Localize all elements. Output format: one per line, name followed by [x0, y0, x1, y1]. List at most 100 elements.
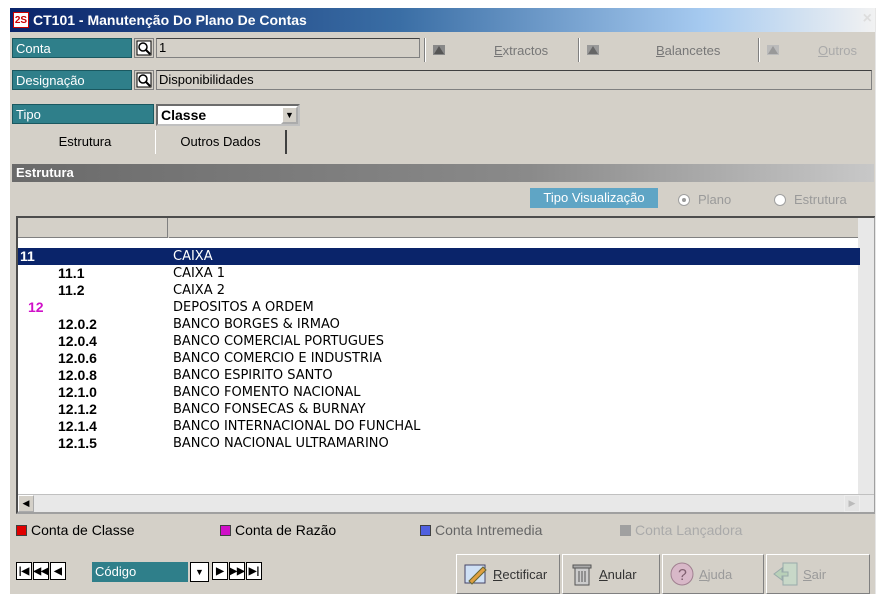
list-header [18, 218, 874, 238]
account-description: CAIXA [173, 249, 213, 264]
legend-razao: Conta de Razão [220, 522, 336, 538]
account-code: 12.0.6 [58, 350, 97, 366]
list-item[interactable]: 11 CAIXA [18, 248, 860, 265]
account-code: 12.1.2 [58, 401, 97, 417]
list-item[interactable]: 11.2 CAIXA 2 [18, 282, 860, 299]
vertical-scrollbar[interactable] [858, 218, 874, 494]
tab-outros-dados[interactable]: Outros Dados [155, 130, 287, 154]
next-record-icon[interactable]: ▶ [212, 562, 228, 580]
extractos-accel: E [494, 42, 503, 58]
list-item[interactable]: 12.0.2 BANCO BORGES & IRMAO [18, 316, 860, 333]
close-icon[interactable]: × [863, 10, 872, 28]
legend-lancadora-label: Conta Lançadora [635, 522, 743, 538]
trash-icon [572, 564, 592, 586]
extractos-button[interactable]: Extractos [430, 38, 548, 62]
account-code: 12 [28, 299, 44, 315]
legend-swatch [420, 524, 431, 536]
radio-estrutura-label: Estrutura [794, 192, 847, 207]
sair-button[interactable]: Sair [766, 554, 870, 594]
ajuda-button[interactable]: ? Ajuda [662, 554, 764, 594]
outros-accel: O [818, 42, 829, 58]
scroll-right-icon[interactable]: ▶ [844, 495, 860, 512]
tipo-value: Classe [161, 107, 207, 123]
nav-field-value: Código [95, 564, 137, 579]
account-code: 12.0.8 [58, 367, 97, 383]
account-code: 11.1 [58, 265, 85, 281]
scroll-left-icon[interactable]: ◀ [18, 495, 34, 512]
report-icon [433, 45, 445, 55]
tab-estrutura[interactable]: Estrutura [18, 130, 152, 154]
sair-accel: S [803, 566, 812, 582]
legend-classe: Conta de Classe [16, 522, 135, 538]
list-item[interactable]: 12.1.0 BANCO FOMENTO NACIONAL [18, 384, 860, 401]
account-description: BANCO FONSECAS & BURNAY [173, 402, 366, 417]
list-item[interactable]: 12.1.4 BANCO INTERNACIONAL DO FUNCHAL [18, 418, 860, 435]
rewind-icon[interactable]: ◀◀ [33, 562, 49, 580]
svg-text:?: ? [678, 567, 687, 584]
previous-record-icon[interactable]: ◀ [50, 562, 66, 580]
designacao-field[interactable]: Disponibilidades [156, 70, 872, 90]
nav-field-select[interactable]: Código ▼ [92, 562, 209, 582]
account-description: BANCO COMERCIAL PORTUGUES [173, 334, 384, 349]
column-header-description[interactable] [169, 218, 859, 238]
sair-label: air [811, 566, 827, 582]
legend-razao-label: Conta de Razão [235, 522, 337, 538]
search-icon [136, 72, 152, 88]
account-code: 12.0.2 [58, 316, 97, 332]
account-description: BANCO FOMENTO NACIONAL [173, 385, 361, 400]
bottom-bar: |◀ ◀◀ ◀ Código ▼ ▶ ▶▶ ▶| Rectificar Anul… [10, 548, 875, 594]
fast-forward-icon[interactable]: ▶▶ [229, 562, 245, 580]
outros-button[interactable]: Outros [764, 38, 857, 62]
title-bar[interactable]: 2S CT101 - Manutenção Do Plano De Contas… [10, 8, 875, 32]
first-record-icon[interactable]: |◀ [16, 562, 32, 580]
nav-group-right: ▶ ▶▶ ▶| [212, 562, 263, 582]
account-description: BANCO ESPIRITO SANTO [173, 368, 333, 383]
list-item[interactable]: 12 DEPOSITOS A ORDEM [18, 299, 860, 316]
anular-button[interactable]: Anular [562, 554, 660, 594]
list-item[interactable]: 12.0.6 BANCO COMERCIO E INDUSTRIA [18, 350, 860, 367]
account-code: 11.2 [58, 282, 85, 298]
designacao-label: Designação [12, 70, 132, 90]
tipo-select[interactable]: Classe ▼ [156, 104, 300, 126]
balancetes-button[interactable]: Balancetes [584, 38, 720, 62]
radio-plano[interactable]: Plano [678, 192, 731, 207]
horizontal-scrollbar[interactable]: ◀ ▶ [18, 494, 874, 512]
list-item[interactable]: 12.0.4 BANCO COMERCIAL PORTUGUES [18, 333, 860, 350]
account-description: BANCO BORGES & IRMAO [173, 317, 340, 332]
account-code: 11 [20, 248, 35, 264]
last-record-icon[interactable]: ▶| [246, 562, 262, 580]
accounts-list[interactable]: 11 CAIXA 11.1 CAIXA 1 11.2 CAIXA 2 12 DE… [16, 216, 875, 514]
anular-label: nular [607, 566, 637, 582]
account-description: CAIXA 2 [173, 283, 226, 298]
visualization-type-label: Tipo Visualização [530, 188, 658, 208]
conta-lookup-button[interactable] [134, 38, 154, 58]
extractos-label: xtractos [502, 42, 549, 58]
toolbar-separator [578, 38, 580, 62]
radio-estrutura[interactable]: Estrutura [774, 192, 847, 207]
legend-intermedia-label: Conta Intremedia [435, 522, 543, 538]
account-description: BANCO NACIONAL ULTRAMARINO [173, 436, 389, 451]
designacao-lookup-button[interactable] [134, 70, 154, 90]
list-item[interactable]: 11.1 CAIXA 1 [18, 265, 860, 282]
account-code: 12.1.4 [58, 418, 97, 434]
window-title: CT101 - Manutenção Do Plano De Contas [33, 12, 307, 28]
rectificar-accel: R [493, 566, 503, 582]
list-rows: 11 CAIXA 11.1 CAIXA 1 11.2 CAIXA 2 12 DE… [18, 248, 860, 452]
toolbar-separator [424, 38, 426, 62]
legend-classe-label: Conta de Classe [31, 522, 135, 538]
rectificar-label: ectificar [502, 566, 548, 582]
rectificar-button[interactable]: Rectificar [456, 554, 560, 594]
balancetes-accel: B [656, 42, 665, 58]
chevron-down-icon[interactable]: ▼ [190, 562, 209, 582]
list-item[interactable]: 12.1.5 BANCO NACIONAL ULTRAMARINO [18, 435, 860, 452]
account-description: CAIXA 1 [173, 266, 226, 281]
legend-swatch [16, 524, 27, 536]
main-window: 2S CT101 - Manutenção Do Plano De Contas… [10, 8, 876, 594]
list-item[interactable]: 12.1.2 BANCO FONSECAS & BURNAY [18, 401, 860, 418]
account-code: 12.1.0 [58, 384, 97, 400]
list-item[interactable]: 12.0.8 BANCO ESPIRITO SANTO [18, 367, 860, 384]
column-header-code[interactable] [18, 218, 168, 238]
chevron-down-icon[interactable]: ▼ [281, 106, 298, 124]
conta-field[interactable]: 1 [156, 38, 420, 58]
search-icon [136, 40, 152, 56]
